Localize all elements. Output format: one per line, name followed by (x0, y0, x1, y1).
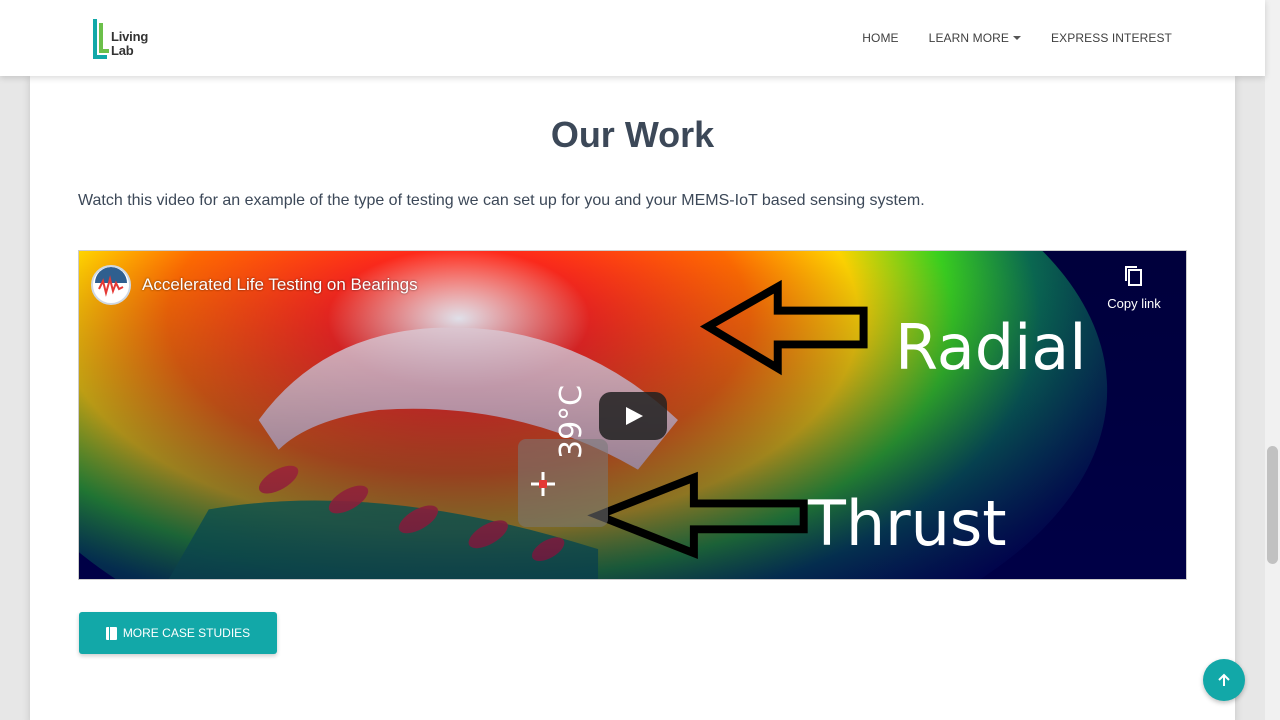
nav-learn-more-label: LEARN MORE (928, 31, 1010, 45)
copy-link-button[interactable]: Copy link (1104, 265, 1164, 311)
overlay-label-thrust: Thrust (808, 487, 1007, 560)
video-title[interactable]: Accelerated Life Testing on Bearings (142, 275, 418, 295)
nav-express-interest[interactable]: EXPRESS INTEREST (1051, 31, 1172, 45)
scrollbar-track[interactable] (1265, 0, 1280, 720)
nav-learn-more[interactable]: LEARN MORE (928, 31, 1022, 45)
arrow-up-icon (1218, 673, 1230, 686)
crosshair-icon (531, 472, 555, 496)
temperature-readout: 39°C (518, 385, 608, 527)
video-embed[interactable]: Accelerated Life Testing on Bearings Cop… (78, 250, 1187, 580)
channel-avatar[interactable] (91, 265, 131, 305)
overlay-label-radial: Radial (895, 311, 1087, 384)
channel-logo-icon (95, 267, 127, 301)
temperature-value: 39°C (554, 384, 589, 459)
page-title: Our Work (550, 114, 715, 155)
main-nav: HOME LEARN MORE EXPRESS INTEREST (862, 0, 1172, 76)
caret-down-icon (1013, 36, 1022, 40)
play-button[interactable] (599, 392, 667, 440)
more-case-studies-button[interactable]: MORE CASE STUDIES (79, 612, 277, 654)
more-case-studies-label: MORE CASE STUDIES (122, 626, 251, 640)
nav-express-interest-label: EXPRESS INTEREST (1051, 31, 1172, 45)
top-navbar: Living Lab HOME LEARN MORE EXPRESS INTER… (0, 0, 1265, 76)
nav-home-label: HOME (862, 31, 899, 45)
living-lab-logo[interactable]: Living Lab (93, 17, 163, 61)
copy-link-label: Copy link (1107, 296, 1161, 311)
back-to-top-button[interactable] (1203, 659, 1245, 701)
scrollbar-thumb[interactable] (1267, 446, 1278, 564)
logo-text-line1: Living (111, 29, 149, 44)
logo-text-line2: Lab (111, 43, 134, 58)
logo-text: Living Lab (111, 30, 148, 58)
intro-text: Watch this video for an example of the t… (78, 192, 925, 209)
copy-icon (1125, 266, 1142, 286)
nav-home[interactable]: HOME (862, 31, 898, 45)
book-icon (105, 626, 117, 640)
